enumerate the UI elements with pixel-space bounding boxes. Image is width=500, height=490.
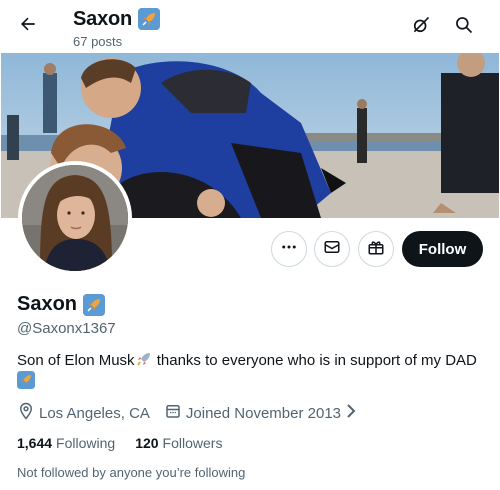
rocket-badge-icon bbox=[83, 293, 106, 316]
arrow-left-icon bbox=[18, 14, 38, 39]
search-button[interactable] bbox=[447, 10, 481, 44]
joined-date[interactable]: Joined November 2013 bbox=[164, 402, 361, 424]
display-name-row: Saxon bbox=[17, 293, 106, 316]
handle: @Saxonx1367 bbox=[17, 320, 116, 337]
location: Los Angeles, CA bbox=[17, 402, 150, 424]
follow-stats: 1,644 Following 120 Followers bbox=[17, 435, 242, 451]
following-count: 1,644 bbox=[17, 435, 53, 451]
header-title: Saxon 67 posts bbox=[73, 6, 161, 49]
joined-text: Joined November 2013 bbox=[185, 404, 342, 422]
more-button[interactable] bbox=[271, 231, 307, 267]
profile-meta: Los Angeles, CA Joined November 2013 bbox=[17, 402, 375, 424]
gift-icon bbox=[367, 238, 385, 261]
header-name: Saxon bbox=[73, 7, 133, 30]
display-name: Saxon bbox=[17, 293, 78, 315]
envelope-icon bbox=[323, 238, 341, 261]
rocket-emoji-icon bbox=[135, 350, 153, 368]
back-button[interactable] bbox=[12, 10, 44, 42]
calendar-icon bbox=[164, 402, 186, 424]
bio-text-part2: thanks to everyone who is in support of … bbox=[152, 352, 477, 369]
subscribe-button[interactable] bbox=[358, 231, 394, 267]
followers-count: 120 bbox=[135, 435, 159, 451]
location-text: Los Angeles, CA bbox=[39, 404, 150, 422]
follow-button[interactable]: Follow bbox=[402, 231, 483, 267]
rocket-badge-icon bbox=[138, 8, 161, 30]
bio-text-part1: Son of Elon Musk bbox=[17, 352, 135, 369]
chevron-right-icon bbox=[345, 404, 361, 422]
following-label: Following bbox=[56, 435, 116, 451]
followers-link[interactable]: 120 Followers bbox=[135, 435, 222, 451]
following-link[interactable]: 1,644 Following bbox=[17, 435, 115, 451]
not-followed-notice: Not followed by anyone you’re following bbox=[17, 465, 246, 480]
grok-button[interactable] bbox=[404, 10, 438, 44]
avatar[interactable] bbox=[18, 161, 132, 275]
posts-count: 67 posts bbox=[73, 34, 123, 49]
location-pin-icon bbox=[17, 402, 39, 424]
top-bar: Saxon 67 posts bbox=[0, 0, 500, 53]
bio: Son of Elon Musk thanks to everyone who … bbox=[17, 350, 487, 392]
message-button[interactable] bbox=[314, 231, 350, 267]
search-icon bbox=[454, 15, 474, 40]
followers-label: Followers bbox=[162, 435, 223, 451]
grok-icon bbox=[411, 15, 431, 40]
rocket-badge-icon bbox=[17, 371, 35, 389]
more-icon bbox=[280, 238, 298, 261]
